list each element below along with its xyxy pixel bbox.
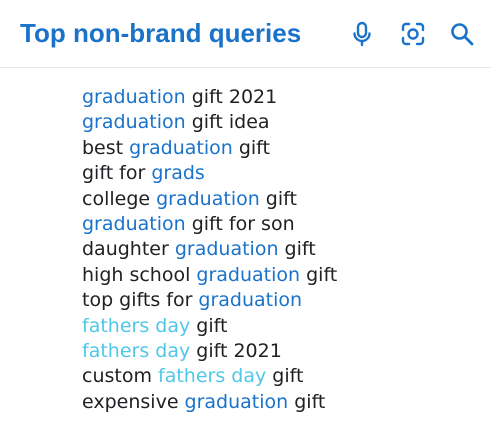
- query-item[interactable]: best graduation gift: [82, 136, 337, 161]
- query-keyword-highlight: fathers day: [82, 340, 191, 363]
- query-text: gift: [266, 365, 304, 388]
- query-keyword-highlight: graduation: [82, 86, 186, 108]
- query-keyword-highlight: graduation: [129, 136, 233, 159]
- query-text: top gifts for: [82, 289, 199, 312]
- search-button[interactable]: [448, 20, 476, 48]
- microphone-icon: [353, 21, 371, 47]
- query-keyword-highlight: graduation: [196, 263, 301, 286]
- query-text: gift: [259, 187, 297, 210]
- query-item[interactable]: graduation gift idea: [82, 110, 337, 135]
- query-list: graduation gift 2021 graduation gift idea…: [82, 85, 337, 415]
- query-item[interactable]: daughter graduation gift: [82, 237, 337, 262]
- query-keyword-highlight: graduation: [156, 187, 260, 210]
- query-text: best: [82, 136, 130, 159]
- query-item[interactable]: fathers day gift 2021: [82, 339, 337, 364]
- search-icon: [451, 23, 474, 46]
- page-title: Top non-brand queries: [20, 18, 302, 48]
- query-item[interactable]: gift for grads: [82, 161, 337, 186]
- query-text: gift: [300, 263, 338, 286]
- query-item[interactable]: fathers day gift: [82, 314, 337, 339]
- query-text: gift for: [82, 162, 152, 185]
- query-keyword-highlight: fathers day: [158, 365, 267, 388]
- query-item[interactable]: graduation gift for son: [82, 212, 337, 237]
- query-keyword-highlight: graduation: [174, 238, 279, 261]
- query-text: daughter: [82, 238, 175, 261]
- query-text: high school: [82, 263, 197, 286]
- query-text: college: [82, 187, 157, 210]
- query-text: custom: [82, 365, 159, 388]
- query-keyword-highlight: grads: [151, 162, 205, 185]
- query-item[interactable]: top gifts for graduation: [82, 288, 337, 313]
- query-keyword-highlight: graduation: [82, 111, 186, 134]
- query-item[interactable]: custom fathers day gift: [82, 364, 337, 389]
- header-bar: Top non-brand queries: [0, 0, 491, 68]
- query-item[interactable]: graduation gift 2021: [82, 85, 337, 110]
- query-item[interactable]: expensive graduation gift: [82, 390, 337, 415]
- visual-search-button[interactable]: [399, 20, 427, 48]
- query-text: gift: [232, 136, 270, 159]
- query-text: gift: [288, 390, 326, 413]
- query-keyword-highlight: graduation: [198, 289, 303, 312]
- query-text: gift idea: [185, 111, 270, 134]
- query-text: gift for son: [185, 213, 295, 236]
- query-item[interactable]: high school graduation gift: [82, 263, 337, 288]
- query-keyword-highlight: fathers day: [82, 314, 191, 337]
- voice-search-button[interactable]: [348, 20, 376, 48]
- query-text: gift 2021: [190, 340, 282, 363]
- query-text: expensive: [82, 390, 185, 413]
- query-text: gift: [278, 238, 316, 261]
- query-text: gift 2021: [185, 86, 278, 108]
- query-keyword-highlight: graduation: [184, 390, 289, 413]
- query-keyword-highlight: graduation: [82, 213, 186, 236]
- query-item[interactable]: college graduation gift: [82, 187, 337, 212]
- lens-icon: [401, 22, 425, 46]
- query-text: gift: [190, 314, 228, 337]
